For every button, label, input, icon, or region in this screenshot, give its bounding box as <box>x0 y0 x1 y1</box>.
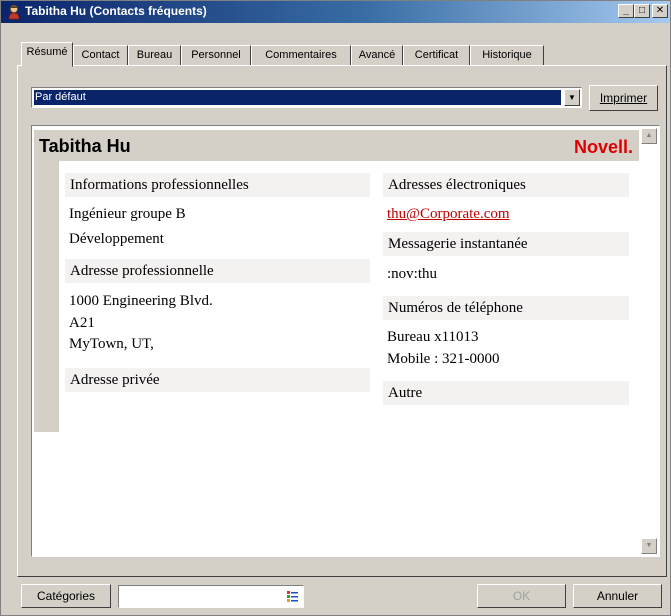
tab-historique[interactable]: Historique <box>470 45 544 66</box>
maximize-button[interactable]: □ <box>634 4 650 18</box>
tab-bureau[interactable]: Bureau <box>128 45 181 66</box>
contact-window: Tabitha Hu (Contacts fréquents) _ □ ✕ Ré… <box>0 0 671 616</box>
categories-field[interactable] <box>118 585 304 608</box>
window-title: Tabitha Hu (Contacts fréquents) <box>25 4 207 18</box>
phones-heading: Numéros de téléphone <box>383 296 629 320</box>
dropdown-arrow-icon[interactable]: ▼ <box>564 89 580 106</box>
business-address-heading: Adresse professionnelle <box>65 259 370 283</box>
other-heading: Autre <box>383 381 629 405</box>
business-address-line: A21 <box>69 315 95 331</box>
tab-resume[interactable]: Résumé <box>21 42 73 67</box>
minimize-button[interactable]: _ <box>618 4 634 18</box>
tab-personnel[interactable]: Personnel <box>181 45 251 66</box>
print-button-label: Imprimer <box>599 91 648 105</box>
categories-button[interactable]: Catégories <box>21 584 111 608</box>
close-button[interactable]: ✕ <box>652 4 668 18</box>
job-title: Ingénieur groupe B <box>69 206 186 222</box>
email-heading: Adresses électroniques <box>383 173 629 197</box>
im-heading: Messagerie instantanée <box>383 232 629 256</box>
title-bar[interactable]: Tabitha Hu (Contacts fréquents) _ □ ✕ <box>1 1 670 23</box>
professional-info-heading: Informations professionnelles <box>65 173 370 197</box>
department: Développement <box>69 231 164 247</box>
phone-mobile: Mobile : 321-0000 <box>387 351 500 367</box>
tab-commentaires[interactable]: Commentaires <box>251 45 351 66</box>
summary-header: Tabitha Hu Novell. <box>34 130 639 161</box>
tab-certificat[interactable]: Certificat <box>403 45 470 66</box>
print-button[interactable]: Imprimer <box>589 85 658 111</box>
scroll-down-icon[interactable]: ▼ <box>641 538 657 554</box>
ok-button[interactable]: OK <box>477 584 566 608</box>
novell-logo: Novell. <box>573 137 633 157</box>
email-address[interactable]: thu@Corporate.com <box>387 206 510 222</box>
category-list-icon[interactable] <box>287 591 298 602</box>
scroll-up-icon[interactable]: ▲ <box>641 128 657 144</box>
im-address: :nov:thu <box>387 266 438 282</box>
cancel-button[interactable]: Annuler <box>573 584 662 608</box>
contact-person-icon <box>8 5 20 20</box>
email-link[interactable]: thu@Corporate.com <box>383 205 510 224</box>
business-address-line: 1000 Engineering Blvd. <box>69 293 213 309</box>
tab-avance[interactable]: Avancé <box>351 45 403 66</box>
business-address-line: MyTown, UT, <box>69 336 154 352</box>
view-select[interactable]: Par défaut ▼ <box>31 87 582 108</box>
left-margin-strip <box>34 161 59 432</box>
phone-office: Bureau x11013 <box>387 329 479 345</box>
vertical-scrollbar[interactable]: ▲ ▼ <box>641 128 657 554</box>
view-select-value: Par défaut <box>34 90 561 105</box>
tab-contact[interactable]: Contact <box>73 45 128 66</box>
contact-name: Tabitha Hu <box>39 136 131 156</box>
summary-viewer: Tabitha Hu Novell. Informations professi… <box>31 125 660 557</box>
home-address-heading: Adresse privée <box>65 368 370 392</box>
